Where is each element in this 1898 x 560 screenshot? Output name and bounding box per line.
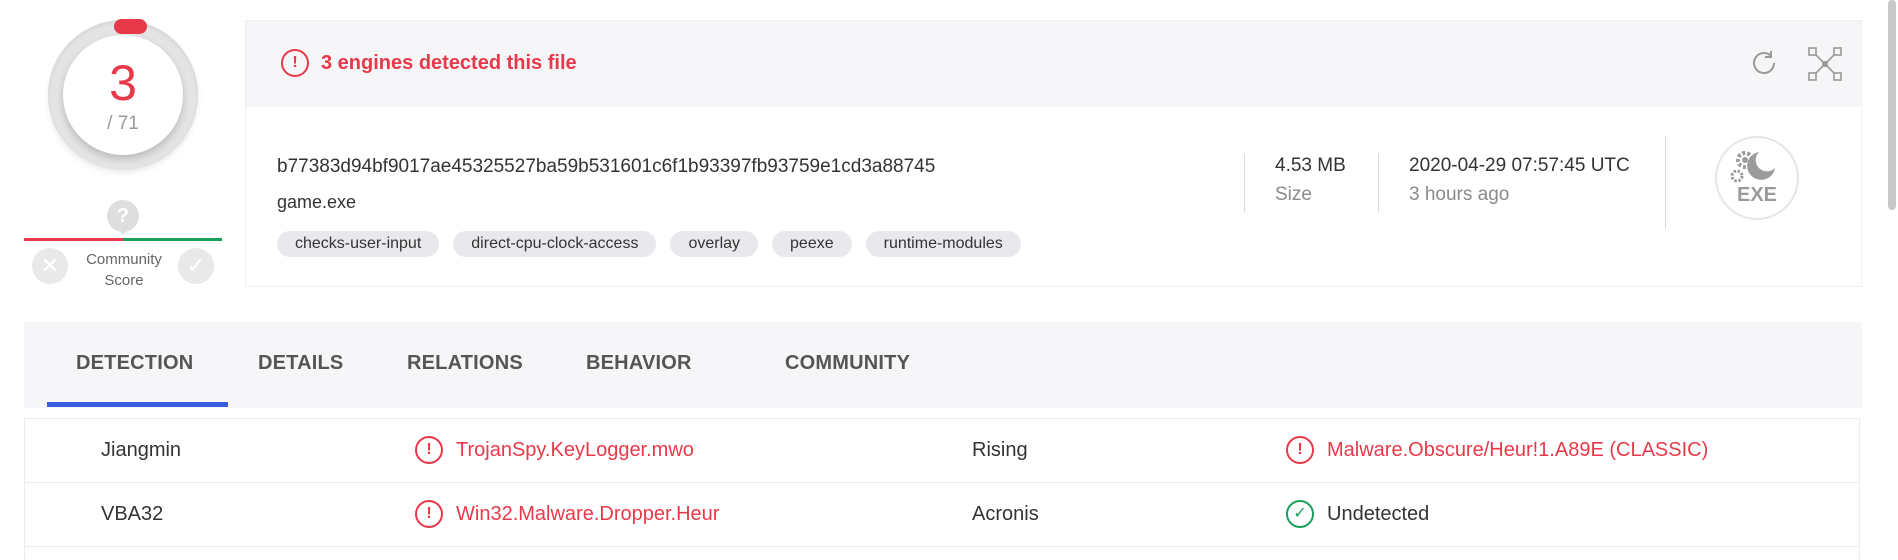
detection-result: TrojanSpy.KeyLogger.mwo: [456, 439, 694, 461]
table-row: VBA32 ! Win32.Malware.Dropper.Heur Acron…: [25, 483, 1859, 547]
community-score-label: Community Score: [74, 249, 174, 291]
detection-result: Win32.Malware.Dropper.Heur: [456, 503, 720, 525]
engine-name: Jiangmin: [101, 439, 182, 461]
file-type-badge: EXE: [1715, 136, 1799, 220]
report-tabs: DETECTION DETAILS RELATIONS BEHAVIOR COM…: [24, 322, 1862, 408]
community-score-bar: [24, 238, 222, 241]
engine-name: Acronis: [972, 503, 1039, 525]
community-label-line2: Score: [104, 272, 144, 289]
score-ring-marker: [114, 19, 147, 34]
analysis-date-relative: 3 hours ago: [1409, 184, 1510, 205]
tab-details[interactable]: DETAILS: [258, 352, 343, 375]
detection-result: Undetected: [1327, 503, 1430, 525]
alert-icon: !: [415, 500, 443, 528]
file-name: game.exe: [277, 192, 357, 212]
tag-runtime-modules[interactable]: runtime-modules: [865, 231, 1021, 257]
detection-table: Jiangmin ! TrojanSpy.KeyLogger.mwo Risin…: [24, 418, 1860, 560]
gears-icon: [1730, 151, 1775, 183]
active-tab-indicator: [47, 402, 228, 407]
detection-alert-text: 3 engines detected this file: [321, 52, 577, 74]
divider: [1665, 136, 1666, 228]
detection-alert-header: ! 3 engines detected this file: [246, 21, 1861, 107]
graph-view-icon[interactable]: [1808, 47, 1842, 81]
reanalyze-icon[interactable]: [1748, 47, 1780, 79]
file-size-value: 4.53 MB: [1275, 155, 1346, 176]
analysis-date-value: 2020-04-29 07:57:45 UTC: [1409, 155, 1630, 176]
file-summary-card: ! 3 engines detected this file b77383d94…: [245, 20, 1862, 287]
tag-overlay[interactable]: overlay: [670, 231, 759, 257]
alert-icon: !: [281, 49, 309, 77]
community-label-line1: Community: [86, 251, 162, 268]
alert-icon: !: [1286, 436, 1314, 464]
detection-result: Malware.Obscure/Heur!1.A89E (CLASSIC): [1327, 439, 1709, 461]
divider: [1244, 154, 1245, 212]
question-icon[interactable]: ?: [107, 200, 139, 235]
file-size-label: Size: [1275, 184, 1312, 205]
tag-direct-cpu-clock-access[interactable]: direct-cpu-clock-access: [453, 231, 657, 257]
tab-relations[interactable]: RELATIONS: [407, 352, 523, 375]
page-scrollbar[interactable]: [1888, 0, 1896, 210]
divider: [1378, 154, 1379, 212]
alert-icon: !: [415, 436, 443, 464]
tab-detection[interactable]: DETECTION: [76, 352, 193, 375]
file-tags: checks-user-input direct-cpu-clock-acces…: [277, 231, 1021, 257]
file-hash[interactable]: b77383d94bf9017ae45325527ba59b531601c6f1…: [277, 156, 935, 178]
tag-checks-user-input[interactable]: checks-user-input: [277, 231, 440, 257]
score-ring-center: 3 / 71: [63, 35, 183, 155]
downvote-button[interactable]: ✕: [32, 248, 68, 284]
engine-name: VBA32: [101, 503, 164, 525]
table-row: Jiangmin ! TrojanSpy.KeyLogger.mwo Risin…: [25, 419, 1859, 483]
tab-behavior[interactable]: BEHAVIOR: [586, 352, 692, 375]
upvote-button[interactable]: ✓: [178, 248, 214, 284]
tag-peexe[interactable]: peexe: [772, 231, 852, 257]
engine-name: Rising: [972, 439, 1028, 461]
detection-count: 3: [109, 55, 137, 111]
community-score: ? ✕ Community Score ✓: [24, 198, 222, 298]
file-type-label: EXE: [1736, 184, 1778, 206]
tab-community[interactable]: COMMUNITY: [785, 352, 910, 375]
engine-total: / 71: [107, 113, 139, 134]
detection-score-ring: 3 / 71: [48, 19, 198, 170]
check-icon: ✓: [1286, 500, 1314, 528]
